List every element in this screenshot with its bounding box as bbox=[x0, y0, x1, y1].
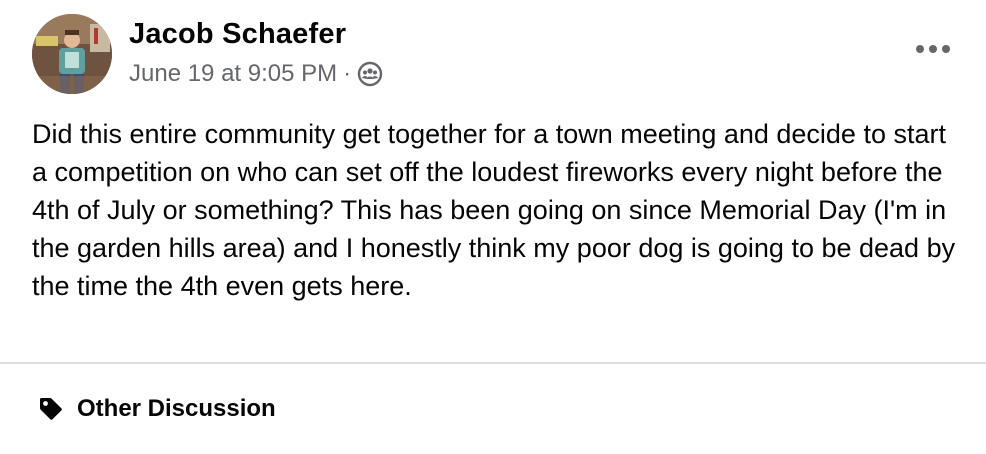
more-options-icon[interactable] bbox=[916, 40, 950, 58]
more-dot bbox=[929, 45, 937, 53]
author-name[interactable]: Jacob Schaefer bbox=[129, 18, 346, 51]
topic-link[interactable]: Other Discussion bbox=[38, 393, 276, 425]
group-icon[interactable] bbox=[357, 61, 383, 87]
post-meta: June 19 at 9:05 PM · bbox=[129, 60, 383, 88]
more-dot bbox=[916, 45, 924, 53]
post-timestamp[interactable]: June 19 at 9:05 PM bbox=[129, 60, 337, 88]
avatar-image bbox=[32, 14, 112, 94]
tag-icon bbox=[38, 396, 64, 422]
topic-label: Other Discussion bbox=[77, 395, 276, 422]
meta-separator: · bbox=[343, 60, 352, 87]
divider bbox=[0, 362, 986, 364]
more-dot bbox=[942, 45, 950, 53]
avatar[interactable] bbox=[32, 14, 112, 94]
post-card: Jacob Schaefer June 19 at 9:05 PM · Did … bbox=[0, 0, 986, 454]
post-body: Did this entire community get together f… bbox=[32, 119, 956, 301]
